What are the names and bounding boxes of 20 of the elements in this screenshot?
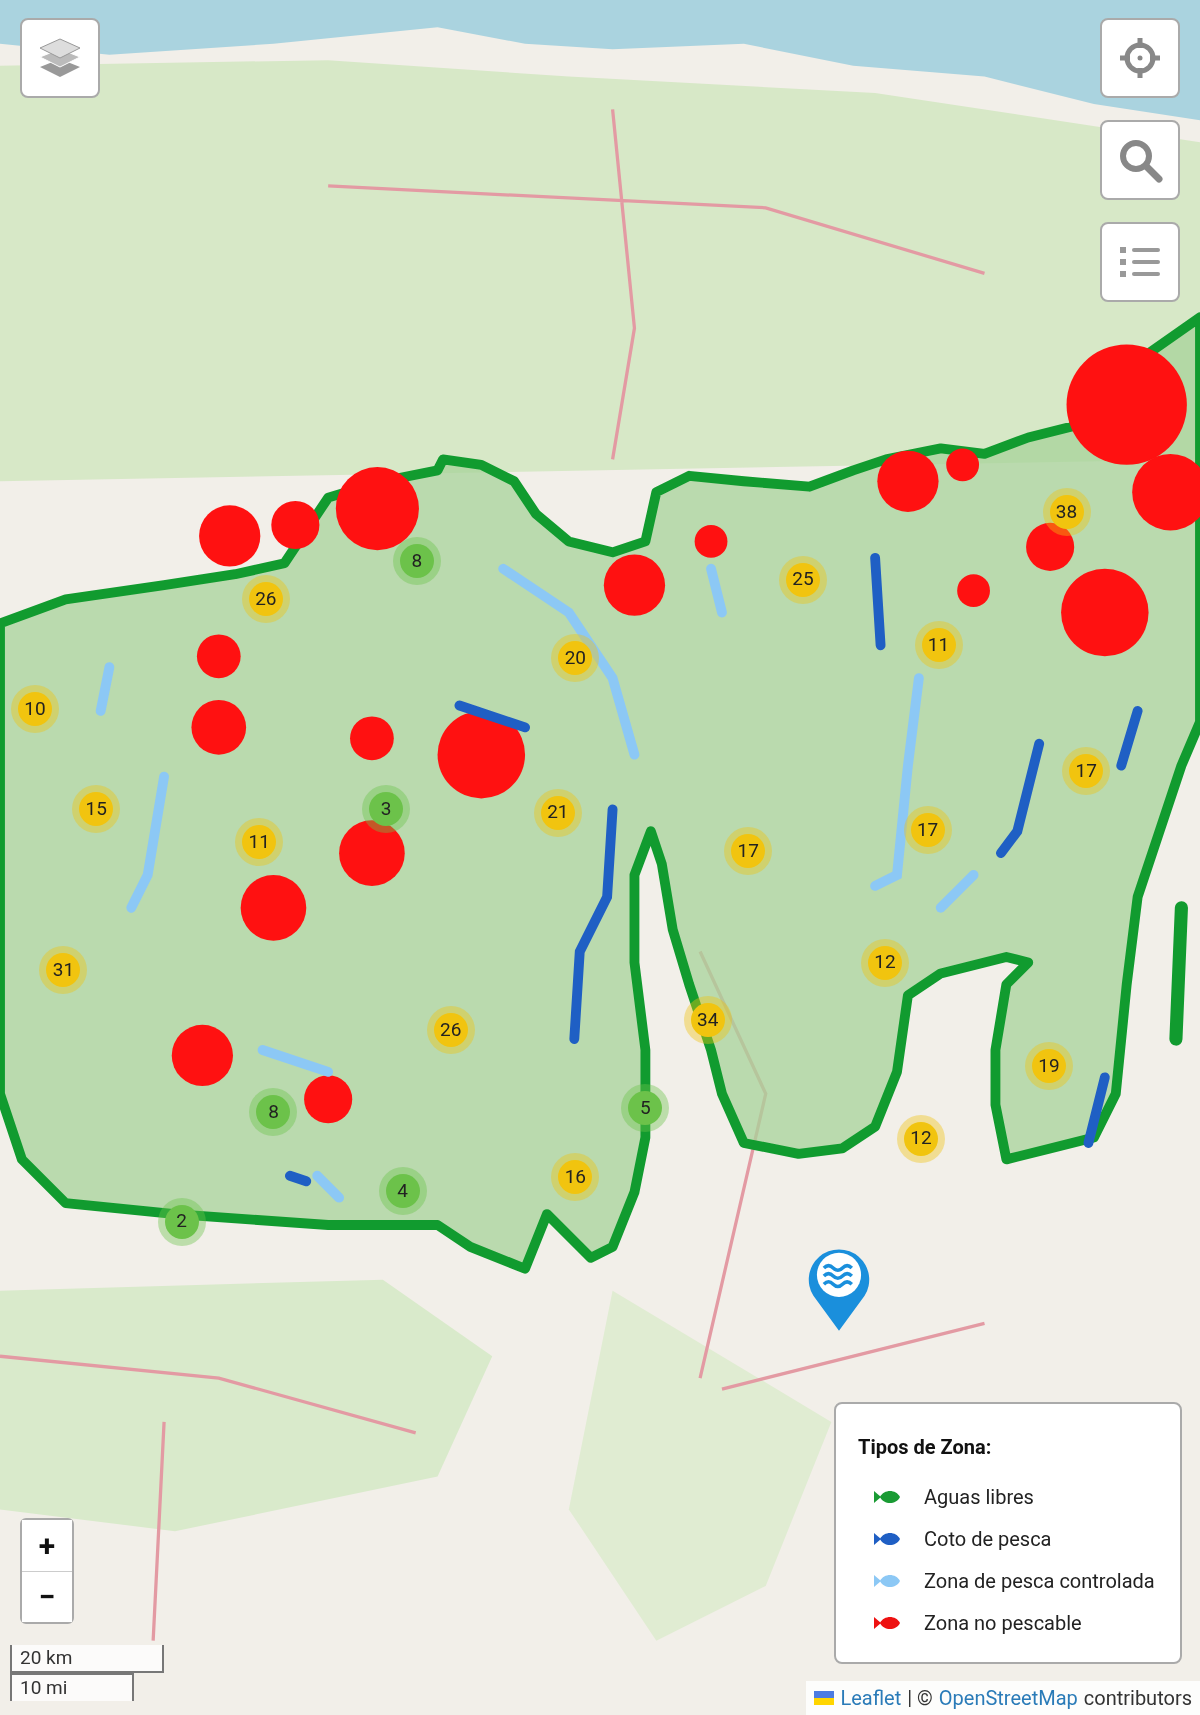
search-button[interactable] <box>1100 120 1180 200</box>
legend-title: Tipos de Zona: <box>858 1434 993 1461</box>
locate-button[interactable] <box>1100 18 1180 98</box>
scale-metric: 20 km <box>10 1645 164 1673</box>
search-icon <box>1117 137 1163 183</box>
crosshair-icon <box>1118 36 1162 80</box>
scale-imperial: 10 mi <box>10 1673 134 1701</box>
leaflet-link[interactable]: Leaflet <box>840 1683 902 1713</box>
legend-label: Aguas libres <box>924 1484 1034 1511</box>
list-button[interactable] <box>1100 222 1180 302</box>
flag-icon <box>814 1691 835 1705</box>
attribution-text: contributors <box>1083 1685 1192 1712</box>
layers-button[interactable] <box>20 18 100 98</box>
legend-label: Zona de pesca controlada <box>924 1568 1155 1595</box>
list-icon <box>1118 244 1162 280</box>
attribution-separator: | © <box>907 1685 933 1712</box>
openstreetmap-link[interactable]: OpenStreetMap <box>938 1683 1078 1713</box>
legend-label: Zona no pescable <box>924 1610 1082 1637</box>
zoom-out-button[interactable]: − <box>22 1571 72 1622</box>
legend-label: Coto de pesca <box>924 1526 1052 1553</box>
